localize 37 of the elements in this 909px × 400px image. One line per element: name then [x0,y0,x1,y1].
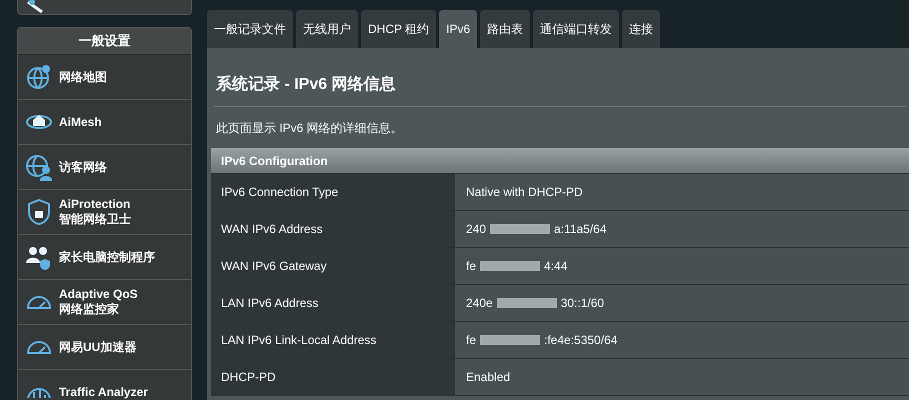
table-cell-text: fe [466,258,476,275]
menu-item-title: 网易UU加速器 [59,340,136,354]
menu-item-title: 网络地图 [59,70,107,84]
table-cell: DHCP-PD [211,359,455,395]
menu-item-subtitle: 智能网络卫士 [59,212,131,227]
table-cell-text: Enabled [466,369,510,386]
table-cell: WAN IPv6 Address [211,211,455,247]
table-cell-text: fe [466,332,476,349]
table-cell: LAN IPv6 Address [211,285,455,321]
menu-item-title: 家长电脑控制程序 [59,250,155,264]
page-title: 系统记录 - IPv6 网络信息 [216,74,397,95]
tab[interactable]: 通信端口转发 [533,10,620,48]
table-cell-text: a:11a5/64 [554,221,607,238]
menu-item-subtitle: 网络监控家 [59,302,120,317]
tab[interactable]: 一般记录文件 [207,10,293,48]
table-cell-text: Native with DHCP-PD [466,184,583,201]
menu-item-title: Adaptive QoS [59,287,138,302]
table-cell: WAN IPv6 Gateway [211,248,455,284]
menu-item-title: 访客网络 [59,160,107,174]
tab[interactable]: IPv6 [439,10,478,48]
page-description: 此页面显示 IPv6 网络的详细信息。 [216,120,404,137]
table-header: IPv6 Configuration [211,148,909,174]
table-cell-text: :fe4e:5350/64 [544,332,618,349]
menu-item-title: AiMesh [59,114,102,130]
tab[interactable]: 连接 [622,10,660,48]
tab[interactable]: DHCP 租约 [361,10,436,48]
tab[interactable]: 路由表 [480,10,530,48]
section-title: 一般设置 [18,28,191,55]
table-cell: LAN IPv6 Link-Local Address [211,322,455,358]
menu-item-title: AiProtection [59,197,131,212]
table-cell-text: 240 [466,221,486,238]
menu-item-title: Traffic Analyzer [59,384,148,400]
tab[interactable]: 无线用户 [296,10,358,48]
table-cell-text: 4:44 [544,258,568,275]
table-cell-text: 30::1/60 [560,295,604,312]
table-cell: IPv6 Connection Type [211,174,455,210]
table-cell-text: 240e [466,295,493,312]
